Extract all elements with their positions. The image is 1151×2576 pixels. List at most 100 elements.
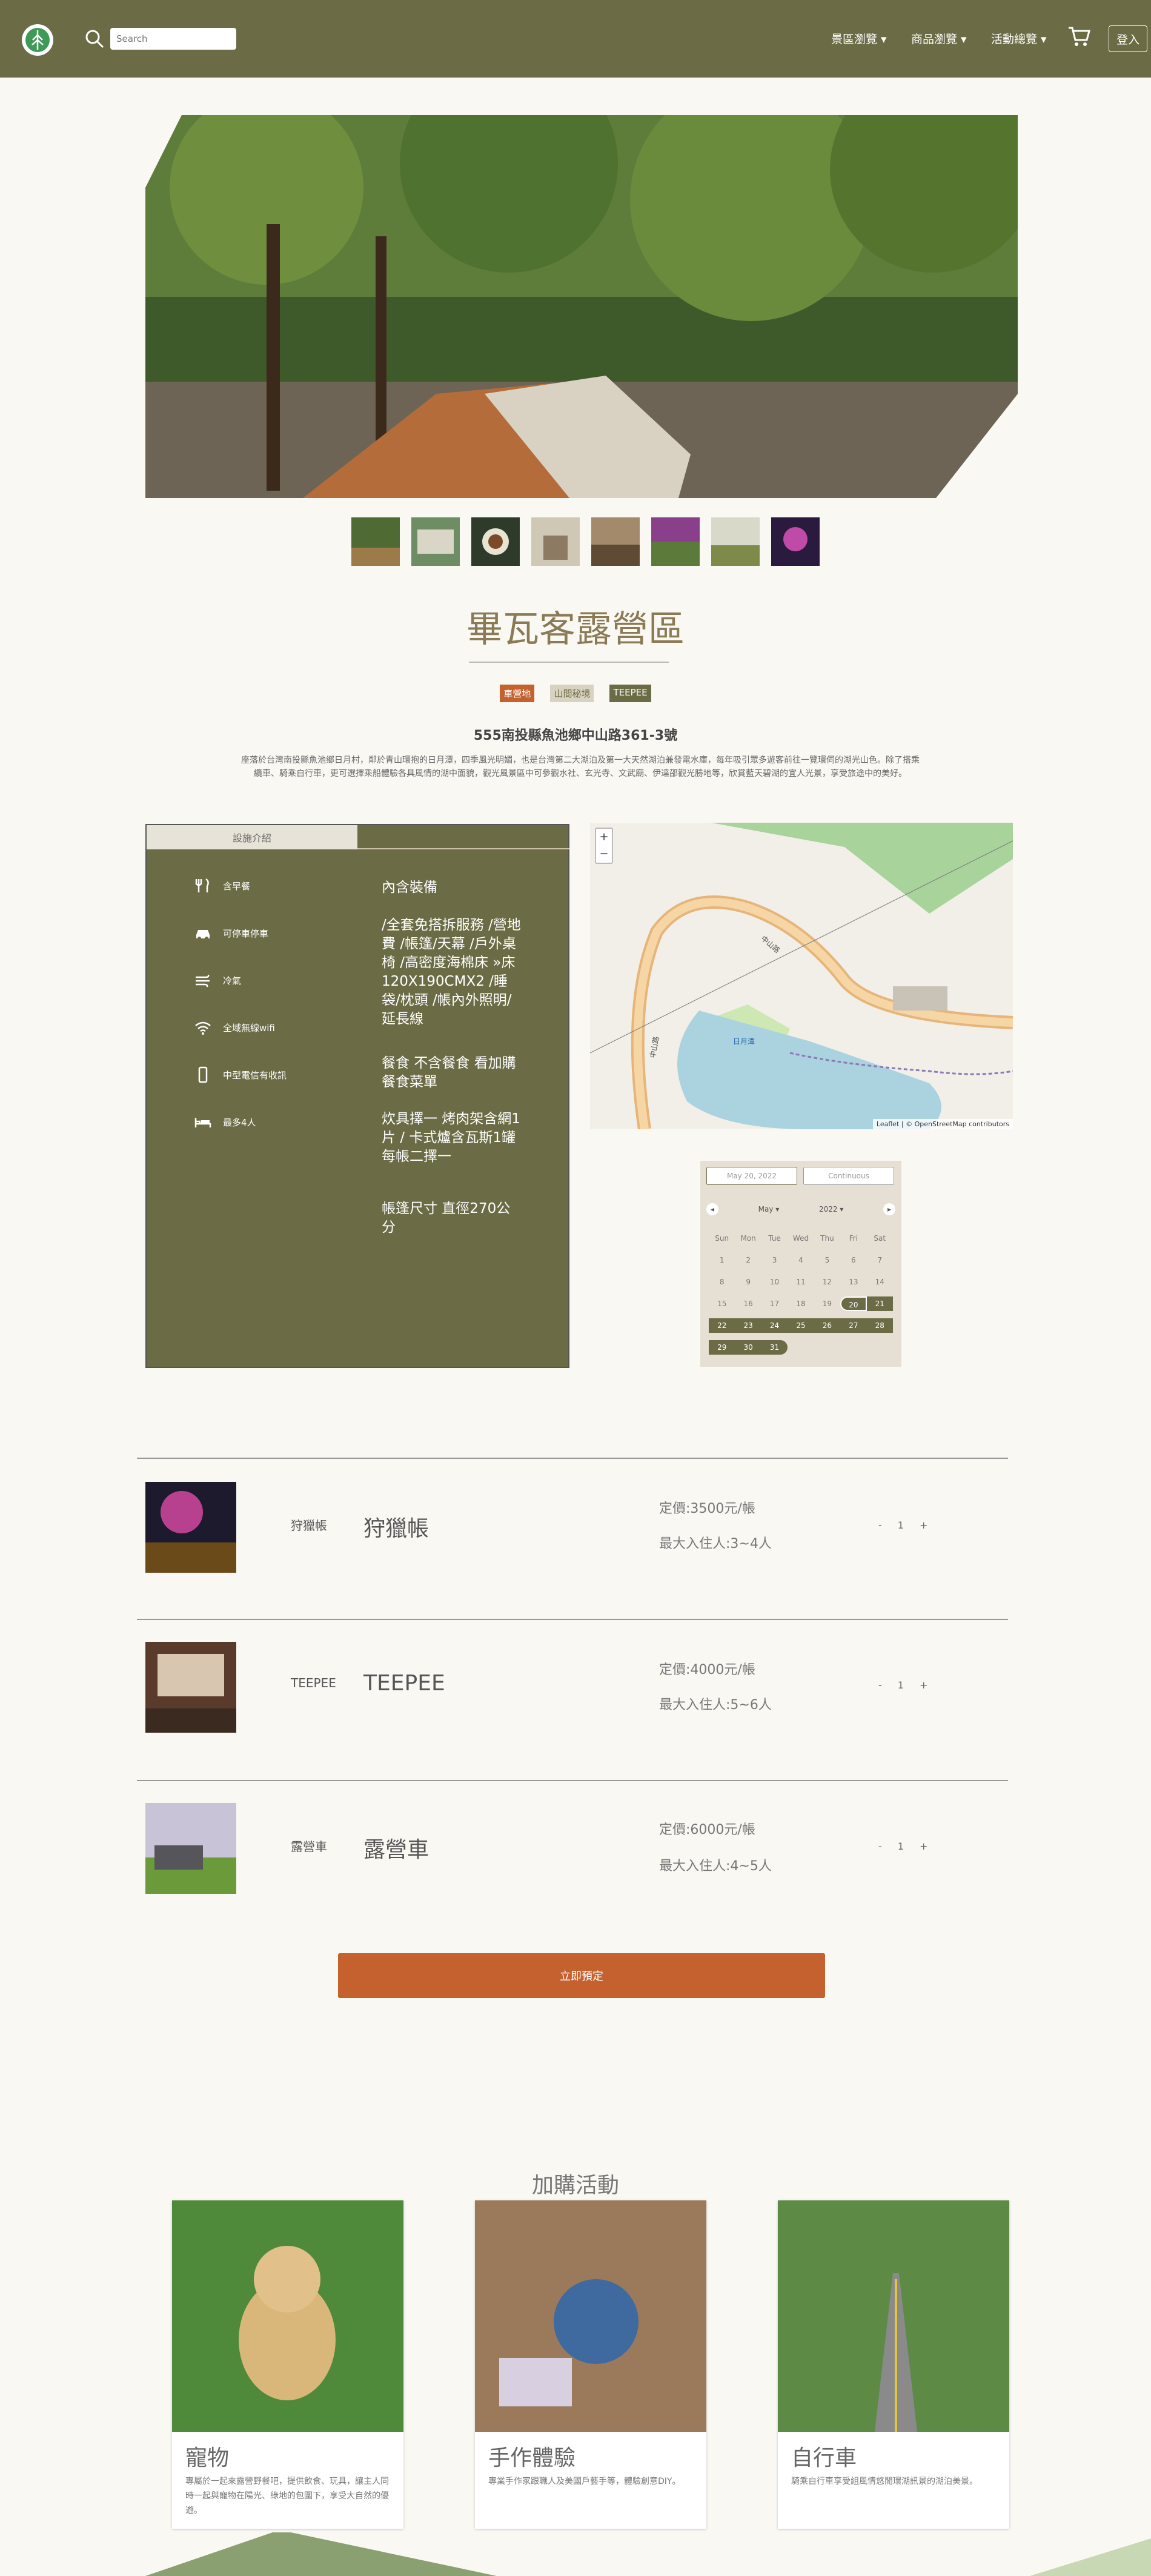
row-divider (137, 1619, 1008, 1620)
qty-plus-button[interactable]: + (920, 1679, 927, 1691)
calendar-day[interactable]: 21 (866, 1296, 893, 1311)
book-now-button[interactable]: 立即預定 (338, 1953, 825, 1998)
calendar-day[interactable]: 2 (735, 1253, 761, 1267)
qty-value[interactable]: 1 (898, 1519, 904, 1531)
qty-value[interactable]: 1 (898, 1841, 904, 1852)
month-select[interactable]: May ▾ (758, 1205, 780, 1213)
date-picker: May 20, 2022 Continuous ◂ May ▾ 2022 ▾ ▸… (700, 1161, 901, 1367)
year-select[interactable]: 2022 ▾ (819, 1205, 843, 1213)
room-capacity: 最大入住人:4~5人 (659, 1859, 772, 1874)
calendar-day[interactable]: 13 (840, 1275, 866, 1289)
tag-badge[interactable]: TEEPEE (609, 685, 651, 702)
addon-description: 專屬於一起來露營野餐吧，提供飲食、玩具，讓主人同時一起與寵物在陽光、綠地的包圍下… (185, 2477, 389, 2515)
qty-minus-button[interactable]: - (878, 1679, 882, 1691)
calendar-day[interactable]: 8 (709, 1275, 735, 1289)
hero-photo (145, 115, 1018, 498)
quantity-stepper: - 1 + (878, 1679, 927, 1691)
room-price: 定價:6000元/帳 (659, 1822, 755, 1837)
tab-facilities[interactable]: 設施介紹 (147, 825, 357, 849)
year-label: 2022 (818, 1205, 838, 1213)
qty-plus-button[interactable]: + (920, 1841, 927, 1852)
calendar-day[interactable]: 16 (735, 1296, 761, 1311)
addon-card-pet[interactable]: 寵物 專屬於一起來露營野餐吧，提供飲食、玩具，讓主人同時一起與寵物在陽光、綠地的… (172, 2200, 403, 2529)
qty-minus-button[interactable]: - (878, 1841, 882, 1852)
calendar-day[interactable]: 19 (814, 1296, 840, 1311)
calendar-day[interactable]: 9 (735, 1275, 761, 1289)
calendar-day[interactable]: 24 (761, 1318, 788, 1333)
calendar-day[interactable]: 14 (867, 1275, 893, 1289)
calendar-day[interactable]: 31 (761, 1340, 788, 1355)
calendar-day[interactable]: 30 (735, 1340, 761, 1355)
qty-minus-button[interactable]: - (878, 1519, 882, 1531)
nav-product-browse[interactable]: 商品瀏覽 ▾ (911, 30, 967, 47)
calendar-day[interactable]: 18 (788, 1296, 814, 1311)
calendar-day[interactable]: 11 (788, 1275, 814, 1289)
tree-logo-icon (25, 28, 50, 52)
search-icon[interactable] (84, 28, 105, 50)
cart-icon[interactable] (1066, 23, 1092, 48)
calendar-day[interactable]: 6 (840, 1253, 866, 1267)
thumbnail[interactable] (411, 517, 460, 566)
calendar-day[interactable]: 22 (709, 1318, 735, 1333)
addon-photo (172, 2200, 403, 2432)
calendar-day[interactable]: 29 (709, 1340, 735, 1355)
calendar-day[interactable]: 23 (735, 1318, 761, 1333)
qty-value[interactable]: 1 (898, 1679, 904, 1691)
room-type-label: 狩獵帳 (291, 1518, 327, 1533)
thumbnail[interactable] (591, 517, 640, 566)
end-date-input[interactable]: Continuous (803, 1167, 894, 1185)
site-logo[interactable] (22, 24, 53, 56)
amenity-signal: 中型電信有收訊 (194, 1066, 287, 1084)
map-attribution[interactable]: Leaflet | © OpenStreetMap contributors (872, 1119, 1013, 1129)
utensils-icon (195, 878, 209, 892)
calendar-day[interactable]: 28 (866, 1318, 893, 1333)
search-input[interactable] (110, 28, 236, 50)
nav-label: 活動總覽 (991, 33, 1038, 46)
calendar-day[interactable]: 7 (867, 1253, 893, 1267)
tag-badge[interactable]: 山間秘境 (550, 685, 594, 702)
calendar-day[interactable]: 26 (814, 1318, 841, 1333)
weekday-label: Mon (740, 1234, 756, 1243)
zoom-out-button[interactable]: − (596, 846, 612, 863)
login-button[interactable]: 登入 (1109, 25, 1147, 52)
thumbnail[interactable] (351, 517, 400, 566)
phone-icon (198, 1066, 208, 1083)
calendar-day[interactable]: 17 (761, 1296, 788, 1311)
amenity-wifi: 全域無線wifi (194, 1018, 275, 1037)
wifi-icon (195, 1021, 211, 1035)
calendar-day[interactable]: 1 (709, 1253, 735, 1267)
calendar-day[interactable]: 3 (761, 1253, 788, 1267)
facility-panel: 設施介紹 含早餐 可停車停車 冷氣 全域無線wifi 中型電信有收訊 最多4人 … (145, 824, 569, 1368)
calendar-day[interactable]: 12 (814, 1275, 840, 1289)
thumbnail[interactable] (531, 517, 580, 566)
thumbnail[interactable] (711, 517, 760, 566)
thumbnail[interactable] (771, 517, 820, 566)
calendar-day[interactable]: 25 (788, 1318, 814, 1333)
calendar-day[interactable]: 27 (840, 1318, 867, 1333)
calendar-day[interactable]: 20 (840, 1296, 867, 1311)
qty-plus-button[interactable]: + (920, 1519, 927, 1531)
calendar-day[interactable]: 4 (788, 1253, 814, 1267)
nav-label: 景區瀏覽 (831, 33, 878, 46)
prev-month-icon[interactable]: ◂ (706, 1203, 718, 1215)
info-paragraph: 炊具擇一 烤肉架含網1片 / 卡式爐含瓦斯1罐 每帳二擇一 (382, 1111, 520, 1164)
nav-scenic-browse[interactable]: 景區瀏覽 ▾ (831, 30, 887, 47)
zoom-in-button[interactable]: + (596, 829, 612, 846)
wind-icon (196, 974, 210, 988)
location-map[interactable]: + − 中山路 中山路 日月潭 Leaflet | © OpenStreetMa… (590, 823, 1013, 1129)
start-date-input[interactable]: May 20, 2022 (706, 1167, 797, 1185)
addon-card-craft[interactable]: 手作體驗 專業手作家跟職人及美國戶藝手等，體驗創意DIY。 (475, 2200, 706, 2529)
calendar-day[interactable]: 10 (761, 1275, 788, 1289)
quantity-stepper: - 1 + (878, 1841, 927, 1852)
room-type-label: TEEPEE (291, 1676, 336, 1690)
next-month-icon[interactable]: ▸ (883, 1203, 895, 1215)
calendar-day[interactable]: 15 (709, 1296, 735, 1311)
addon-title: 手作體驗 (488, 2446, 576, 2471)
calendar-day[interactable]: 5 (814, 1253, 840, 1267)
tag-badge[interactable]: 車營地 (500, 685, 535, 702)
nav-activity-overview[interactable]: 活動總覽 ▾ (991, 30, 1047, 47)
amenity-label: 全域無線wifi (223, 1022, 275, 1034)
addon-card-bike[interactable]: 自行車 騎乘自行車享受組風情悠閒環湖訊景的湖泊美景。 (778, 2200, 1009, 2529)
thumbnail[interactable] (651, 517, 700, 566)
thumbnail[interactable] (471, 517, 520, 566)
